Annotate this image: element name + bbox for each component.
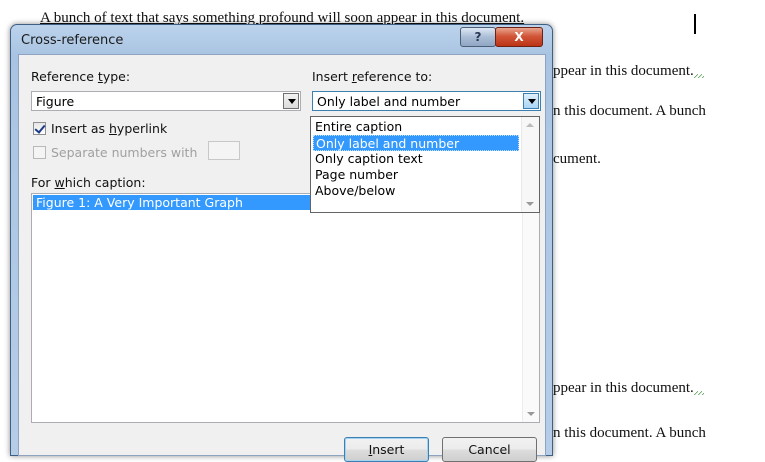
- insert-reference-to-value: Only label and number: [317, 94, 461, 109]
- insert-reference-to-dropdown[interactable]: Entire caption Only label and number Onl…: [310, 116, 540, 213]
- insert-reference-to-select[interactable]: Only label and number: [312, 91, 541, 111]
- caption-scrollbar[interactable]: [522, 194, 539, 422]
- scroll-down-icon[interactable]: [526, 202, 534, 206]
- dropdown-option-above-below[interactable]: Above/below: [313, 183, 519, 199]
- cancel-button[interactable]: Cancel: [442, 437, 537, 462]
- document-line: ppear in this document.: [553, 63, 704, 80]
- separate-numbers-label: Separate numbers with: [51, 145, 198, 160]
- document-line: cument.: [553, 151, 601, 167]
- close-icon: X: [514, 30, 524, 44]
- dropdown-option-only-caption-text[interactable]: Only caption text: [313, 151, 519, 167]
- dropdown-option-entire-caption[interactable]: Entire caption: [313, 119, 519, 135]
- dialog-title: Cross-reference: [21, 33, 124, 48]
- caption-listbox[interactable]: Figure 1: A Very Important Graph: [31, 193, 540, 423]
- insert-as-hyperlink-label[interactable]: Insert as hyperlink: [51, 121, 167, 136]
- cross-reference-dialog: Cross-reference ? X Reference type: Figu…: [10, 24, 553, 462]
- document-line: ppear in this document.: [553, 380, 704, 397]
- dialog-client-area: Reference type: Figure Insert as hyperli…: [18, 54, 546, 462]
- help-button[interactable]: ?: [460, 27, 496, 47]
- chevron-down-icon[interactable]: [523, 93, 539, 109]
- dropdown-scrollbar[interactable]: [521, 117, 539, 212]
- chevron-down-icon[interactable]: [283, 93, 299, 109]
- insert-reference-to-label: Insert reference to:: [312, 69, 433, 84]
- help-icon: ?: [474, 30, 482, 44]
- insert-as-hyperlink-checkbox[interactable]: [33, 122, 46, 135]
- reference-type-label: Reference type:: [31, 69, 131, 84]
- scroll-up-icon[interactable]: [526, 123, 534, 127]
- separator-input[interactable]: [208, 141, 240, 160]
- document-line: n this document. A bunch: [553, 103, 706, 119]
- reference-type-value: Figure: [36, 94, 75, 109]
- dropdown-option-page-number[interactable]: Page number: [313, 167, 519, 183]
- insert-button[interactable]: Insert: [344, 437, 429, 462]
- dialog-titlebar[interactable]: Cross-reference ? X: [11, 25, 552, 55]
- scroll-down-icon[interactable]: [527, 412, 535, 416]
- dropdown-option-only-label-and-number[interactable]: Only label and number: [313, 135, 519, 151]
- text-caret: [694, 14, 696, 34]
- list-item[interactable]: Figure 1: A Very Important Graph: [33, 195, 313, 210]
- reference-type-select[interactable]: Figure: [31, 91, 301, 111]
- document-line: n this document. A bunch: [553, 425, 706, 441]
- separate-numbers-checkbox[interactable]: [33, 146, 46, 159]
- for-which-caption-label: For which caption:: [31, 175, 146, 190]
- close-button[interactable]: X: [495, 27, 543, 47]
